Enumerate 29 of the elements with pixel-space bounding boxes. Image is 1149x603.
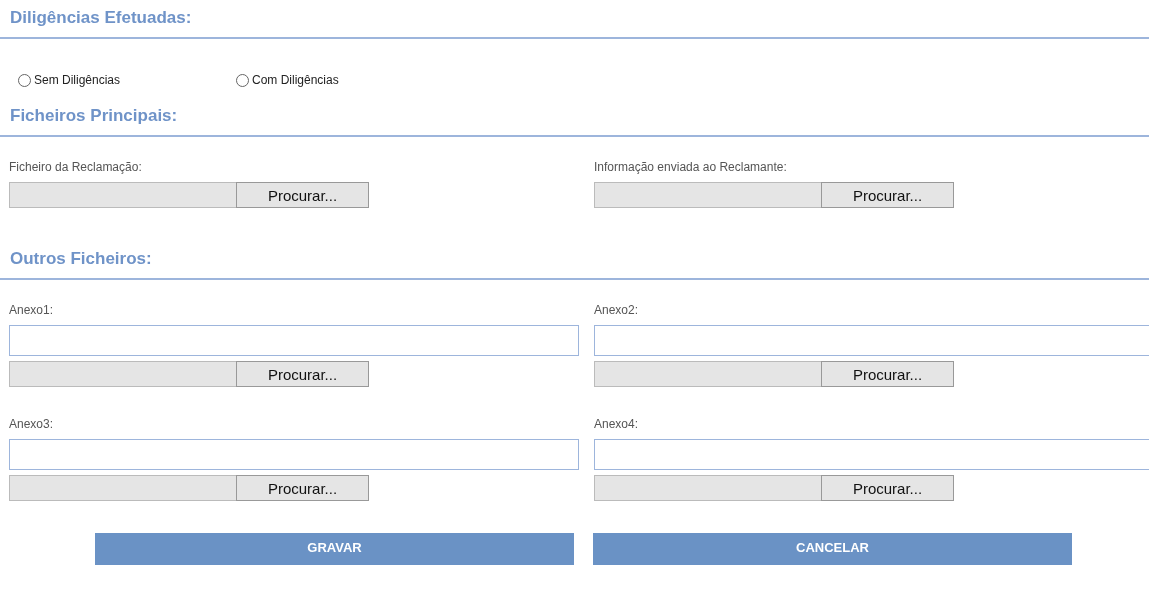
section-heading: Outros Ficheiros: bbox=[0, 241, 1149, 280]
browse-button[interactable]: Procurar... bbox=[821, 361, 954, 387]
browse-button[interactable]: Procurar... bbox=[236, 475, 369, 501]
browse-button[interactable]: Procurar... bbox=[236, 182, 369, 208]
radio-label: Com Diligências bbox=[252, 73, 339, 87]
section-heading: Ficheiros Principais: bbox=[0, 98, 1149, 137]
input-field[interactable] bbox=[594, 325, 1149, 356]
browse-button[interactable]: Procurar... bbox=[821, 182, 954, 208]
browse-button[interactable]: Procurar... bbox=[821, 475, 954, 501]
field-label: Anexo3: bbox=[9, 417, 54, 431]
file-path-field[interactable] bbox=[594, 475, 821, 501]
radio-button[interactable] bbox=[236, 73, 249, 87]
field-label: Anexo2: bbox=[594, 303, 639, 317]
input-field[interactable] bbox=[9, 439, 579, 470]
file-path-field[interactable] bbox=[594, 361, 821, 387]
field-label: Anexo4: bbox=[594, 417, 639, 431]
radio-button[interactable] bbox=[18, 73, 31, 87]
field-label: Ficheiro da Reclamação: bbox=[9, 160, 142, 174]
file-path-field[interactable] bbox=[594, 182, 821, 208]
file-path-field[interactable] bbox=[9, 182, 236, 208]
input-field[interactable] bbox=[594, 439, 1149, 470]
radio-label: Sem Diligências bbox=[34, 73, 121, 87]
section-heading: Diligências Efetuadas: bbox=[0, 0, 1149, 39]
file-path-field[interactable] bbox=[9, 361, 236, 387]
field-label: Informação enviada ao Reclamante: bbox=[594, 160, 787, 174]
file-path-field[interactable] bbox=[9, 475, 236, 501]
input-field[interactable] bbox=[9, 325, 579, 356]
field-label: Anexo1: bbox=[9, 303, 54, 317]
browse-button[interactable]: Procurar... bbox=[236, 361, 369, 387]
